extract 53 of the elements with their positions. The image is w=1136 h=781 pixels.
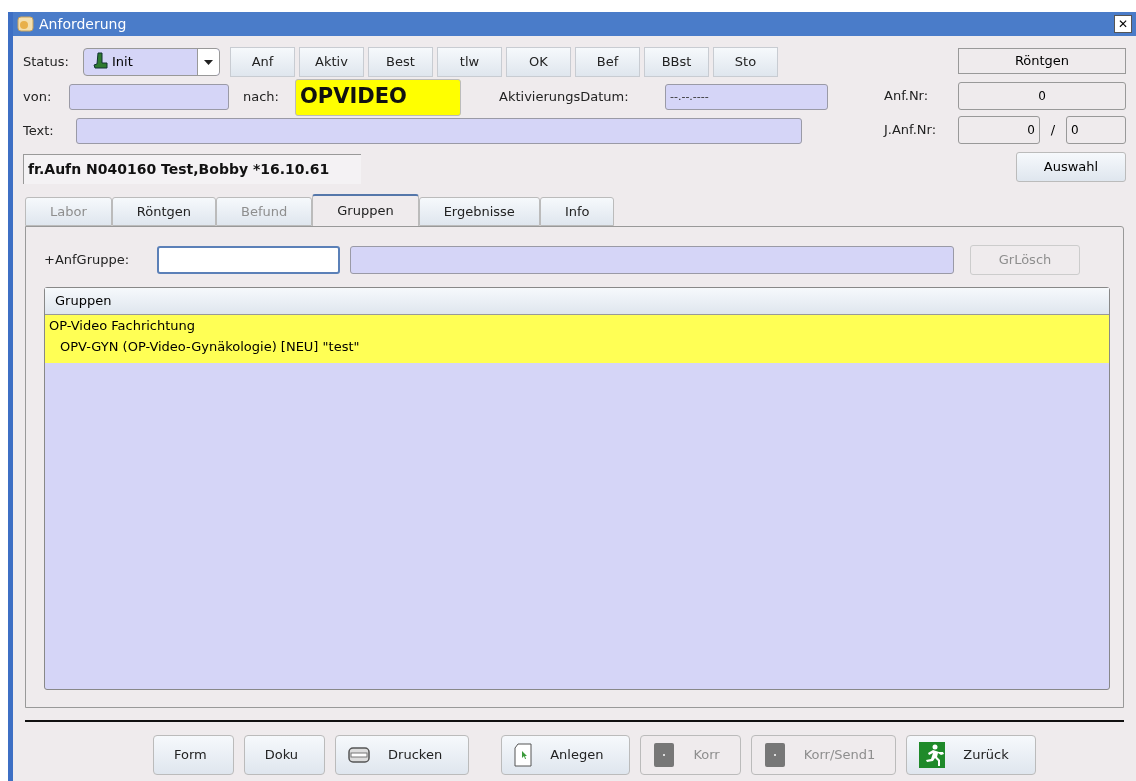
auswahl-button[interactable]: Auswahl [1016, 152, 1126, 182]
action-button[interactable]: Anlegen [501, 735, 631, 775]
j-anf-nr-field: 0 [1066, 116, 1126, 144]
status-button[interactable]: Best [368, 47, 433, 77]
column-header[interactable]: Gruppen [45, 288, 1109, 315]
document-icon [514, 743, 533, 767]
j-anf-nr-label: J.Anf.Nr: [884, 121, 938, 140]
status-button[interactable]: Anf [230, 47, 295, 77]
status-button[interactable]: Sto [713, 47, 778, 77]
text-field[interactable] [76, 118, 802, 144]
activation-date-field[interactable]: --.--.---- [665, 84, 828, 110]
boot-icon [92, 52, 108, 72]
action-button[interactable]: Form [153, 735, 234, 775]
status-label: Status: [23, 53, 70, 72]
running-person-icon [919, 742, 946, 768]
close-button[interactable]: ✕ [1114, 15, 1132, 33]
tree-row[interactable]: OP-Video Fachrichtung [45, 315, 1109, 337]
von-label: von: [23, 88, 53, 107]
app-icon [17, 15, 35, 33]
status-button[interactable]: Bef [575, 47, 640, 77]
tab[interactable]: Gruppen [312, 194, 419, 226]
tab[interactable]: Röntgen [111, 197, 216, 226]
tab[interactable]: Ergebnisse [418, 197, 540, 226]
department-label: Röntgen [958, 48, 1126, 74]
activation-date-label: AktivierungsDatum: [499, 88, 630, 107]
printer-icon [348, 747, 371, 763]
group-name-field[interactable] [350, 246, 954, 274]
status-button[interactable]: OK [506, 47, 571, 77]
status-button[interactable]: BBst [644, 47, 709, 77]
status-button[interactable]: tlw [437, 47, 502, 77]
document-icon [763, 742, 786, 768]
tab[interactable]: Info [539, 197, 615, 226]
nach-field[interactable]: OPVIDEO [295, 78, 461, 116]
action-button[interactable]: Drucken [335, 735, 470, 775]
j-anf-nr-field: 0 [958, 116, 1040, 144]
status-value: Init [112, 53, 134, 72]
text-label: Text: [23, 122, 55, 141]
status-dropdown[interactable]: Init [83, 48, 220, 76]
dropdown-caret-icon [204, 59, 213, 65]
nach-label: nach: [243, 88, 280, 107]
window-title: Anforderung [39, 14, 127, 34]
status-button[interactable]: Aktiv [299, 47, 364, 77]
anf-nr-label: Anf.Nr: [884, 87, 930, 106]
action-button[interactable]: Doku [243, 735, 326, 775]
separator-label: / [1049, 121, 1057, 140]
tree-row[interactable]: OPV-GYN (OP-Video-Gynäkologie) [NEU] "test" [45, 337, 1109, 363]
document-icon [653, 742, 676, 768]
action-button[interactable]: Zurück [906, 735, 1036, 775]
patient-label: fr.Aufn N040160 Test,Bobby *16.10.61 [23, 154, 361, 184]
von-field[interactable] [69, 84, 229, 110]
group-input[interactable] [157, 246, 340, 274]
anf-nr-field: 0 [958, 82, 1126, 110]
group-label: +AnfGruppe: [44, 251, 131, 270]
